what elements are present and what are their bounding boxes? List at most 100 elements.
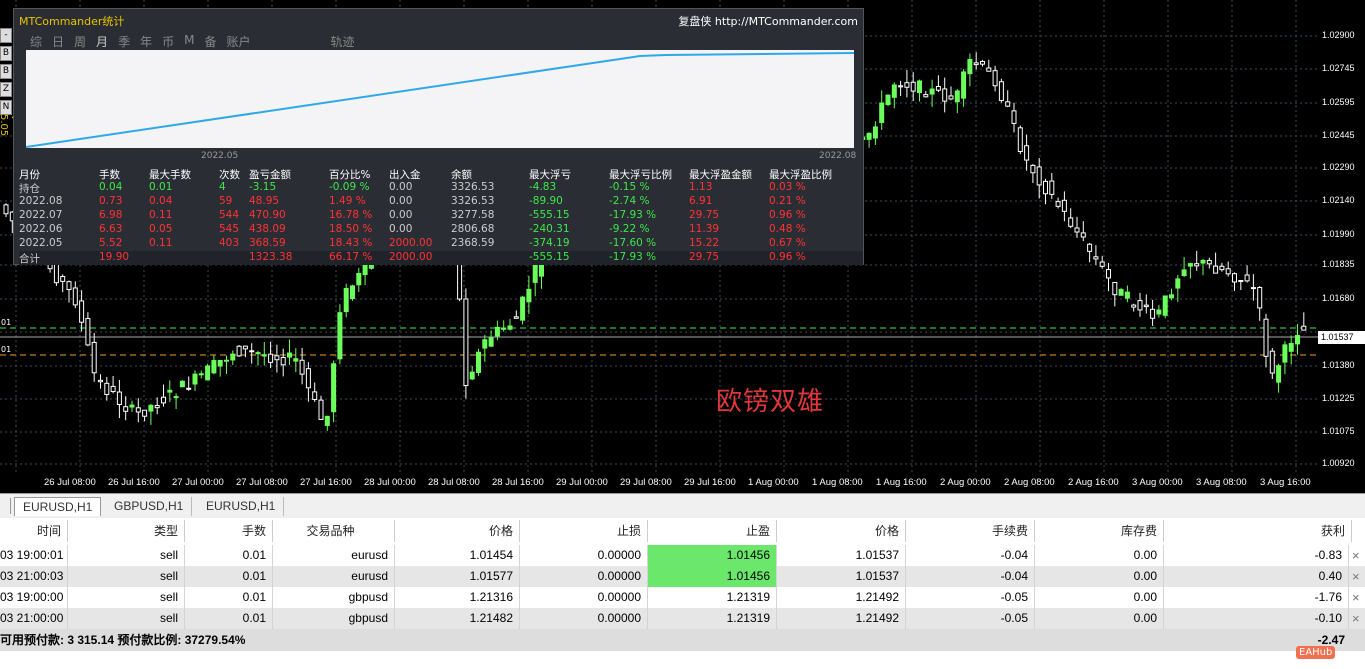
stats-cell-io: 0.00 [389, 181, 413, 193]
price-label: 1.01835 [1322, 259, 1355, 269]
bear-candle [1043, 180, 1048, 195]
column-header[interactable]: 时间 [0, 520, 68, 542]
close-order-icon[interactable]: × [1352, 566, 1360, 587]
stats-cell-io: 2000.00 [389, 251, 433, 263]
bear-candle [142, 409, 148, 417]
stats-tab[interactable]: 币 [162, 33, 174, 50]
cell-symbol: gbpusd [273, 587, 395, 608]
stats-tab[interactable]: 账户 [226, 33, 250, 50]
bear-candle [299, 359, 305, 375]
bear-candle [312, 391, 318, 400]
tool-button[interactable]: B [0, 64, 12, 79]
stats-tab[interactable]: 季 [118, 33, 130, 50]
column-header[interactable]: 价格 [777, 520, 906, 542]
bear-candle [986, 67, 992, 72]
time-label: 26 Jul 16:00 [108, 477, 160, 488]
chart-tab-gbpusd[interactable]: GBPUSD,H1 [106, 497, 193, 516]
stats-tab[interactable]: 日 [52, 33, 64, 50]
bear-candle [274, 355, 280, 361]
stats-cell-pct: 18.50 % [329, 223, 373, 235]
stats-tab[interactable]: 综 [30, 33, 42, 50]
cell-tp: 1.01456 [648, 545, 777, 566]
column-header[interactable]: 止盈 [648, 520, 777, 542]
price-chart[interactable]: - B B Z N V 5.05 01 01 1.029001.027451.0… [0, 0, 1365, 493]
stats-tab[interactable]: 轨迹 [331, 33, 355, 50]
stats-tab[interactable]: 年 [140, 33, 152, 50]
bear-candle [1194, 263, 1200, 267]
table-row[interactable]: 03 19:00:01 sell 0.01 eurusd 1.01454 0.00000 1… [0, 545, 1365, 566]
strategy-watermark: 欧镑双雄 [716, 387, 825, 417]
close-order-icon[interactable]: × [1352, 587, 1360, 608]
bull-candle [167, 389, 173, 393]
bear-candle [66, 281, 72, 291]
stats-cell-max-dd: -555.15 [529, 209, 570, 221]
column-header[interactable]: 类型 [68, 520, 185, 542]
bull-candle [173, 396, 179, 399]
bear-candle [942, 88, 948, 102]
stats-cell-max-lots: 0.11 [149, 209, 173, 221]
tool-button[interactable]: N [0, 100, 12, 115]
current-price-tag: 1.01537 [1318, 331, 1365, 344]
tool-button[interactable]: B [0, 46, 12, 61]
column-header[interactable]: 手续费 [906, 520, 1035, 542]
bear-candle [1112, 281, 1118, 296]
time-label: 29 Jul 00:00 [556, 477, 608, 488]
stats-cell-lots: 5.52 [99, 237, 123, 249]
bear-candle [3, 204, 9, 215]
stats-link[interactable]: 复盘侠 http://MTCommander.com [678, 13, 858, 29]
column-header[interactable]: 库存费 [1035, 520, 1164, 542]
cell-symbol: eurusd [273, 545, 395, 566]
bear-candle [1049, 180, 1055, 195]
time-label: 29 Jul 16:00 [684, 477, 736, 488]
bear-candle [1257, 286, 1263, 309]
stats-header-row: 月份 手数 最大手数 次数 盈亏金额 百分比% 出入金 余额 最大浮亏 最大浮亏比例 最大浮盈金额 最… [19, 167, 863, 181]
bear-candle [1238, 279, 1244, 282]
cell-swap: 0.00 [1035, 545, 1164, 566]
bear-candle [1005, 101, 1011, 107]
column-header[interactable]: 交易品种 [273, 520, 395, 542]
cell-lots: 0.01 [185, 608, 273, 629]
table-row[interactable]: 03 21:00:03 sell 0.01 eurusd 1.01577 0.00000 1… [0, 566, 1365, 587]
stats-cell-balance: 2806.68 [451, 223, 495, 235]
stats-header-cell: 次数 [219, 169, 240, 181]
tool-button[interactable]: Z [0, 82, 12, 97]
bull-candle [261, 354, 267, 357]
price-label: 1.01380 [1322, 360, 1355, 370]
tool-button[interactable]: - [0, 28, 12, 43]
stats-tab[interactable]: 月 [96, 33, 108, 50]
time-label: 27 Jul 08:00 [236, 477, 288, 488]
cell-price: 1.01537 [777, 566, 906, 587]
stats-tab[interactable]: 周 [74, 33, 86, 50]
stats-tab[interactable]: 备 [204, 33, 216, 50]
bull-candle [192, 373, 198, 385]
cell-sl: 0.00000 [520, 545, 648, 566]
price-axis[interactable]: 1.02900 1.02745 1.02595 1.02445 1.02290 1.021… [1318, 0, 1365, 493]
stats-cell-max-fp-pct: 0.21 % [769, 195, 806, 207]
table-row[interactable]: 03 19:00:00 sell 0.01 gbpusd 1.21316 0.00000 1… [0, 587, 1365, 608]
stats-tab[interactable]: M [184, 33, 194, 50]
cell-time: 03 19:00:01 [0, 545, 68, 566]
column-header[interactable]: 获利 [1164, 520, 1352, 542]
bear-candle [161, 396, 166, 404]
stats-cell-count: 59 [219, 195, 233, 207]
column-header[interactable]: 止损 [520, 520, 648, 542]
stats-cell-io: 0.00 [389, 195, 413, 207]
bear-candle [1206, 259, 1212, 265]
time-axis[interactable]: 26 Jul 08:00 26 Jul 16:00 27 Jul 00:00 27 J… [0, 475, 1318, 493]
bull-candle [967, 58, 973, 75]
cell-type: sell [68, 545, 185, 566]
bull-candle [891, 84, 897, 98]
bull-candle [469, 371, 475, 380]
bull-candle [148, 404, 154, 412]
close-order-icon[interactable]: × [1352, 608, 1360, 629]
table-row[interactable]: 03 21:00:00 sell 0.01 gbpusd 1.21482 0.00000 1… [0, 608, 1365, 629]
chart-tab-eurusd[interactable]: EURUSD,H1 [14, 497, 102, 516]
stats-cell-max-dd-pct: -0.15 % [609, 181, 650, 193]
bear-candle [998, 81, 1004, 101]
chart-tab-eurusd-2[interactable]: EURUSD,H1 [198, 497, 285, 516]
close-order-icon[interactable]: × [1352, 545, 1360, 566]
stats-cell-max-dd-pct: -2.74 % [609, 195, 650, 207]
bull-candle [1295, 334, 1300, 345]
column-header[interactable]: 手数 [185, 520, 273, 542]
column-header[interactable]: 价格 [395, 520, 520, 542]
